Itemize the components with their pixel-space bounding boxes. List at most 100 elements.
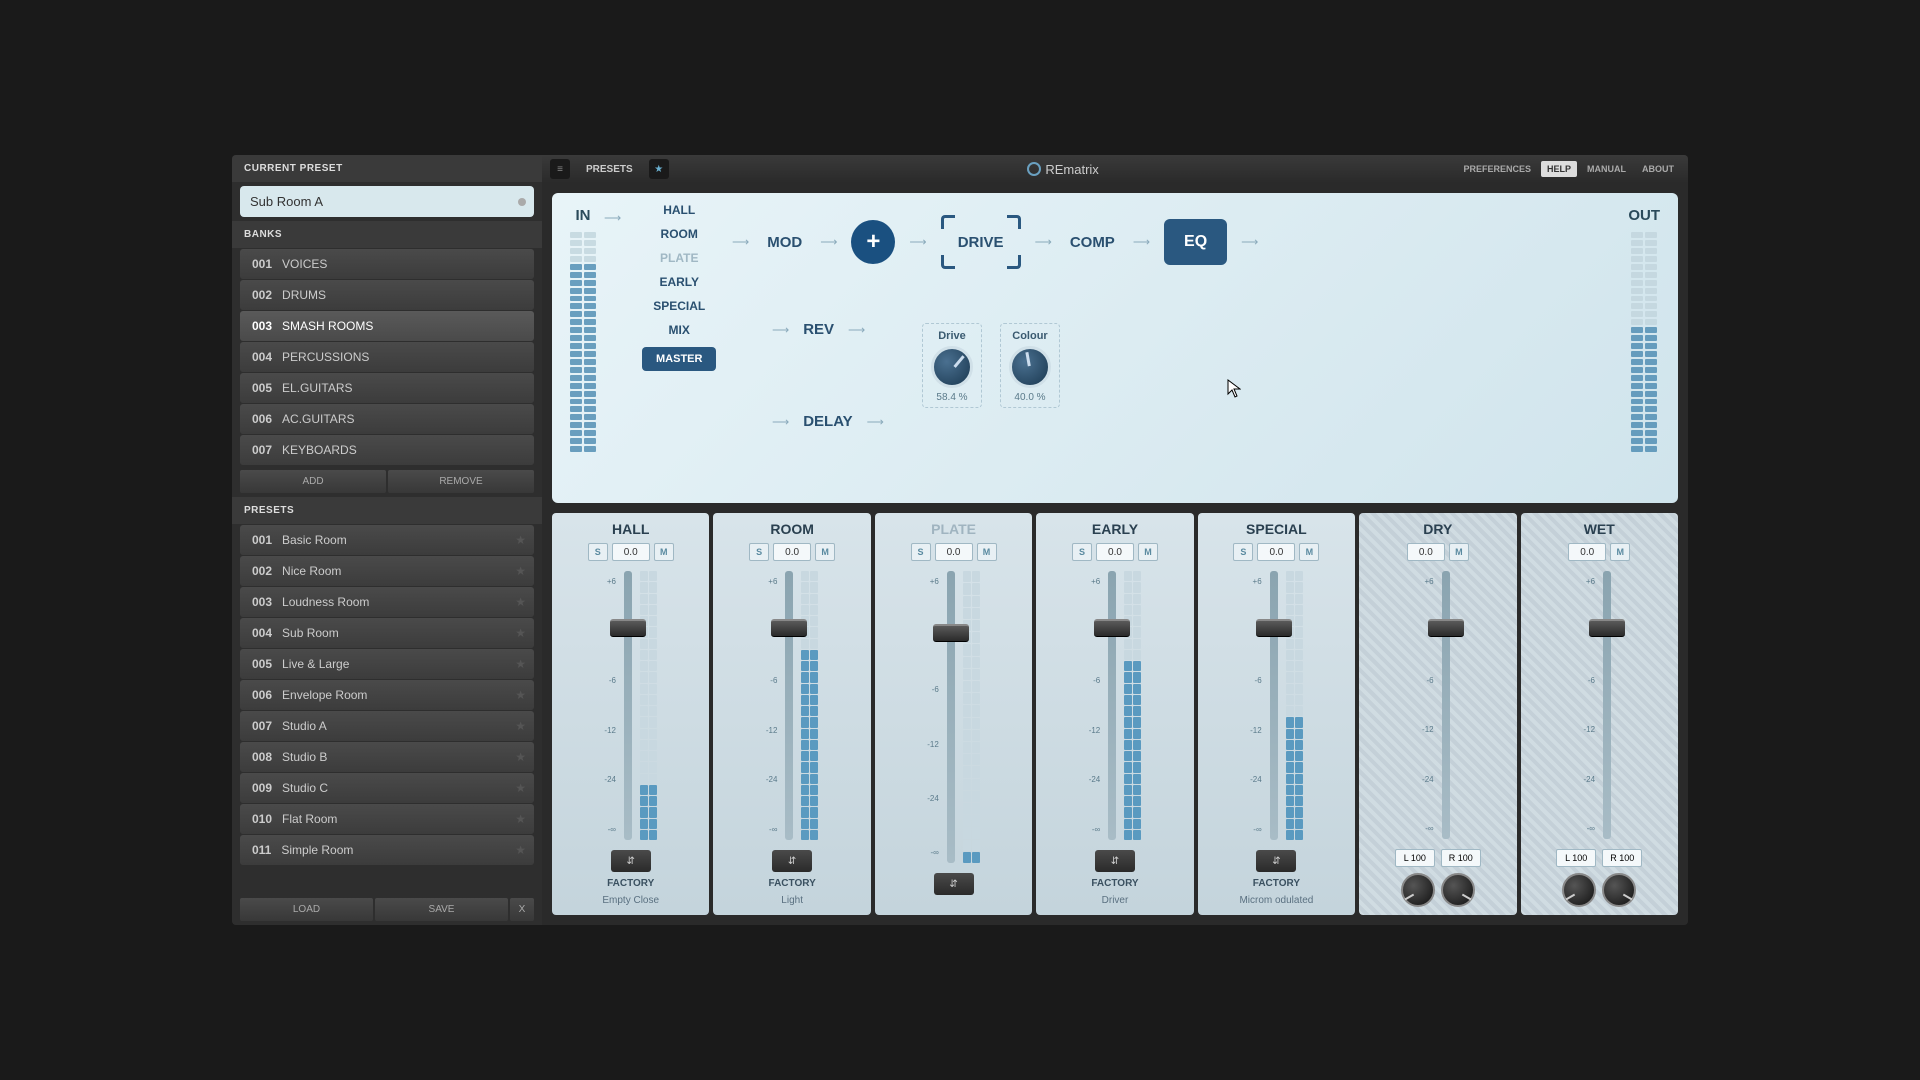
channel-edit-button[interactable]: ⇵	[611, 850, 651, 872]
pan-right-value[interactable]: R 100	[1441, 849, 1481, 867]
solo-button[interactable]: S	[911, 543, 931, 561]
mute-button[interactable]: M	[1449, 543, 1469, 561]
mute-button[interactable]: M	[815, 543, 835, 561]
stage-early[interactable]: EARLY	[659, 275, 699, 289]
drive-knob[interactable]	[931, 346, 973, 388]
colour-knob[interactable]	[1009, 346, 1051, 388]
pan-right-value[interactable]: R 100	[1602, 849, 1642, 867]
channel-edit-button[interactable]: ⇵	[1256, 850, 1296, 872]
bank-item[interactable]: 007KEYBOARDS	[240, 435, 534, 465]
mute-button[interactable]: M	[654, 543, 674, 561]
star-icon[interactable]: ★	[515, 626, 526, 640]
save-button[interactable]: SAVE	[375, 898, 508, 921]
star-icon[interactable]: ★	[515, 719, 526, 733]
remove-button[interactable]: REMOVE	[388, 470, 534, 493]
star-icon[interactable]: ★	[515, 657, 526, 671]
fader-handle[interactable]	[1589, 619, 1625, 637]
star-icon[interactable]: ★	[515, 750, 526, 764]
stage-mix[interactable]: MIX	[669, 323, 690, 337]
pan-left-knob[interactable]	[1401, 873, 1435, 907]
gain-value[interactable]: 0.0	[1096, 543, 1134, 561]
rev-node[interactable]: REV	[799, 315, 838, 344]
fader-track[interactable]	[947, 571, 955, 863]
star-icon[interactable]: ★	[515, 595, 526, 609]
pan-left-value[interactable]: L 100	[1556, 849, 1596, 867]
channel-edit-button[interactable]: ⇵	[772, 850, 812, 872]
pan-right-knob[interactable]	[1441, 873, 1475, 907]
manual-link[interactable]: MANUAL	[1581, 161, 1632, 177]
preset-item[interactable]: 010Flat Room★	[240, 804, 534, 834]
pan-left-knob[interactable]	[1562, 873, 1596, 907]
solo-button[interactable]: S	[588, 543, 608, 561]
preset-item[interactable]: 006Envelope Room★	[240, 680, 534, 710]
preferences-link[interactable]: PREFERENCES	[1457, 161, 1537, 177]
about-link[interactable]: ABOUT	[1636, 161, 1680, 177]
fader-handle[interactable]	[610, 619, 646, 637]
favorite-icon[interactable]: ★	[649, 159, 669, 179]
menu-icon[interactable]: ≡	[550, 159, 570, 179]
mute-button[interactable]: M	[1138, 543, 1158, 561]
gain-value[interactable]: 0.0	[1257, 543, 1295, 561]
bank-item[interactable]: 005EL.GUITARS	[240, 373, 534, 403]
preset-item[interactable]: 001Basic Room★	[240, 525, 534, 555]
fader-handle[interactable]	[1428, 619, 1464, 637]
preset-item[interactable]: 002Nice Room★	[240, 556, 534, 586]
preset-item[interactable]: 008Studio B★	[240, 742, 534, 772]
fader-handle[interactable]	[771, 619, 807, 637]
drive-node[interactable]: DRIVE	[941, 215, 1021, 269]
gain-value[interactable]: 0.0	[935, 543, 973, 561]
fader-handle[interactable]	[1256, 619, 1292, 637]
stage-hall[interactable]: HALL	[663, 203, 695, 217]
eq-node[interactable]: EQ	[1164, 219, 1227, 265]
delay-node[interactable]: DELAY	[799, 407, 856, 436]
fader-track[interactable]	[1108, 571, 1116, 840]
mod-node[interactable]: MOD	[763, 228, 806, 257]
mute-button[interactable]: M	[1299, 543, 1319, 561]
star-icon[interactable]: ★	[515, 812, 526, 826]
channel-edit-button[interactable]: ⇵	[1095, 850, 1135, 872]
bank-item[interactable]: 006AC.GUITARS	[240, 404, 534, 434]
gain-value[interactable]: 0.0	[1568, 543, 1606, 561]
bank-item[interactable]: 001VOICES	[240, 249, 534, 279]
bank-item[interactable]: 004PERCUSSIONS	[240, 342, 534, 372]
star-icon[interactable]: ★	[515, 533, 526, 547]
star-icon[interactable]: ★	[515, 688, 526, 702]
fader-track[interactable]	[624, 571, 632, 840]
bank-item[interactable]: 003SMASH ROOMS	[240, 311, 534, 341]
solo-button[interactable]: S	[1072, 543, 1092, 561]
channel-edit-button[interactable]: ⇵	[934, 873, 974, 895]
mute-button[interactable]: M	[977, 543, 997, 561]
solo-button[interactable]: S	[749, 543, 769, 561]
preset-item[interactable]: 011Simple Room★	[240, 835, 534, 865]
fader-track[interactable]	[785, 571, 793, 840]
help-link[interactable]: HELP	[1541, 161, 1577, 177]
master-button[interactable]: MASTER	[642, 347, 716, 371]
stage-room[interactable]: ROOM	[661, 227, 698, 241]
preset-item[interactable]: 004Sub Room★	[240, 618, 534, 648]
stage-plate[interactable]: PLATE	[660, 251, 698, 265]
preset-item[interactable]: 007Studio A★	[240, 711, 534, 741]
preset-item[interactable]: 009Studio C★	[240, 773, 534, 803]
star-icon[interactable]: ★	[515, 843, 526, 857]
fader-handle[interactable]	[1094, 619, 1130, 637]
presets-tab[interactable]: PRESETS	[578, 160, 641, 179]
pan-left-value[interactable]: L 100	[1395, 849, 1435, 867]
preset-item[interactable]: 003Loudness Room★	[240, 587, 534, 617]
load-button[interactable]: LOAD	[240, 898, 373, 921]
close-button[interactable]: X	[510, 898, 534, 921]
comp-node[interactable]: COMP	[1066, 228, 1119, 257]
preset-item[interactable]: 005Live & Large★	[240, 649, 534, 679]
gain-value[interactable]: 0.0	[773, 543, 811, 561]
gain-value[interactable]: 0.0	[612, 543, 650, 561]
add-node-icon[interactable]: +	[851, 220, 895, 264]
fader-track[interactable]	[1603, 571, 1611, 839]
current-preset-input[interactable]: Sub Room A	[240, 186, 534, 217]
stage-special[interactable]: SPECIAL	[653, 299, 705, 313]
pan-right-knob[interactable]	[1602, 873, 1636, 907]
gain-value[interactable]: 0.0	[1407, 543, 1445, 561]
mute-button[interactable]: M	[1610, 543, 1630, 561]
fader-handle[interactable]	[933, 624, 969, 642]
star-icon[interactable]: ★	[515, 564, 526, 578]
add-button[interactable]: ADD	[240, 470, 386, 493]
star-icon[interactable]: ★	[515, 781, 526, 795]
